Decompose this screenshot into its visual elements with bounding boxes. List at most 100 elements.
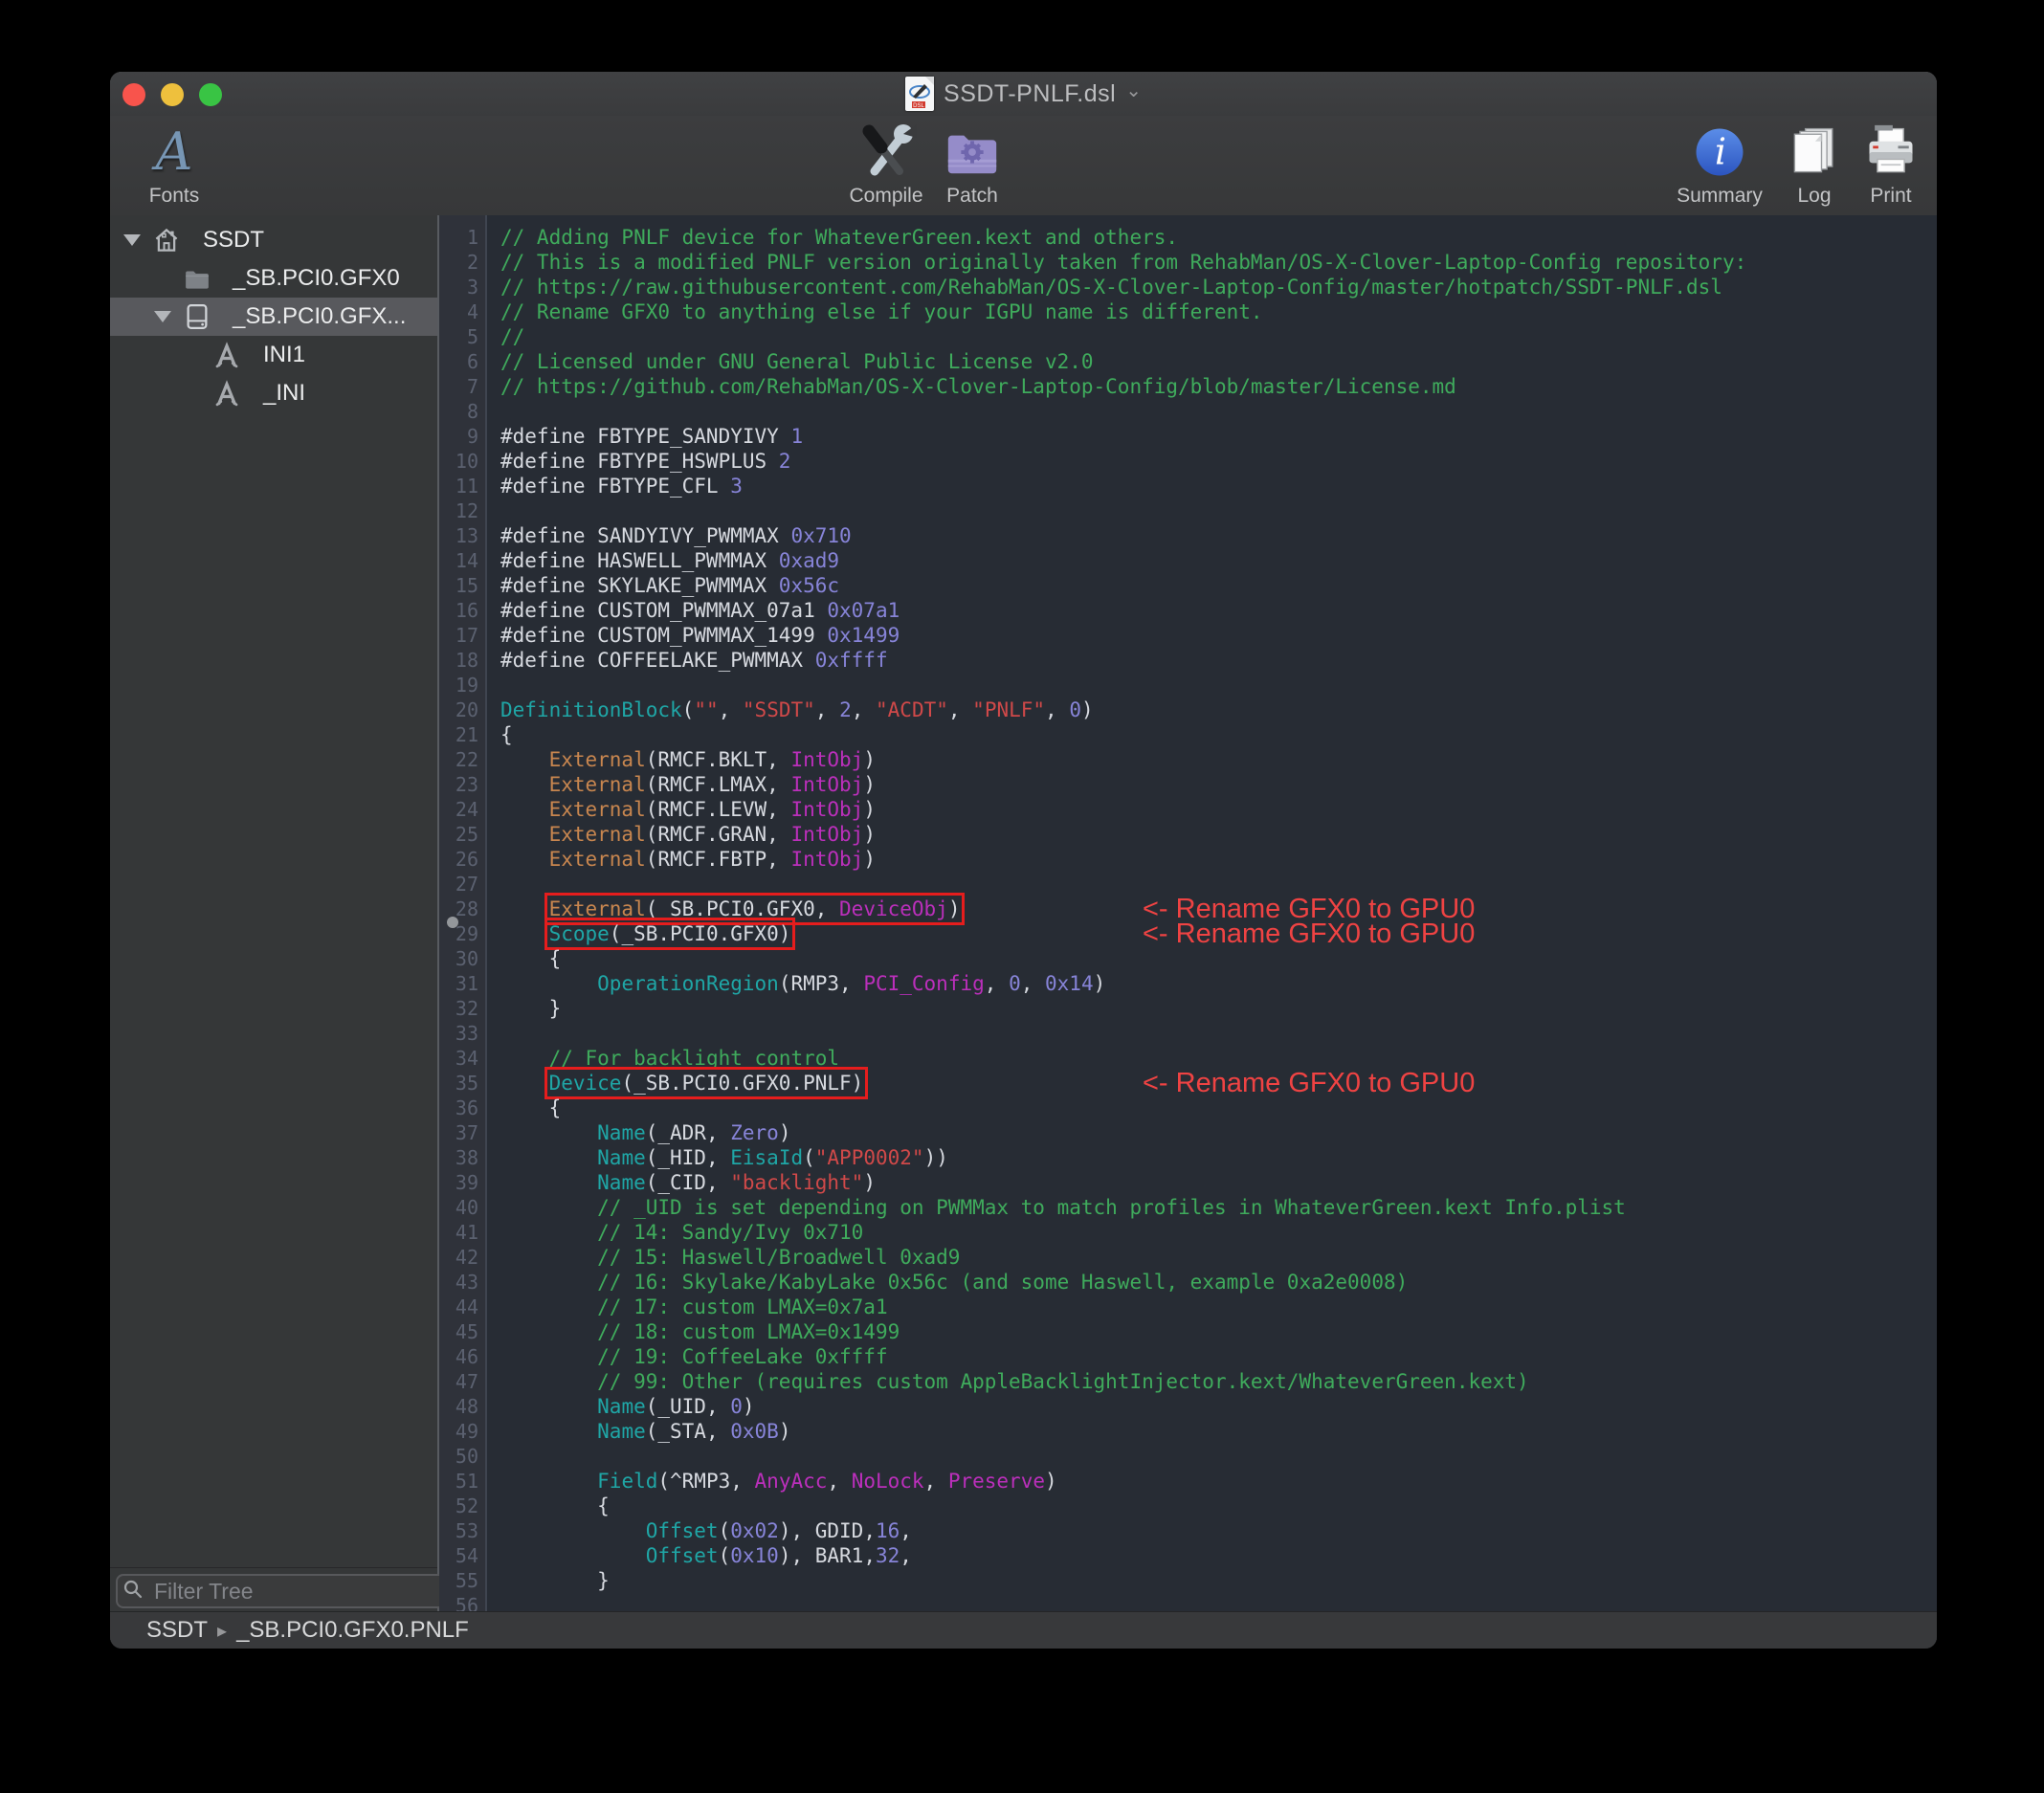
code-line[interactable]: 53 Offset(0x02), GDID,16, xyxy=(439,1518,1937,1543)
code-line[interactable]: 21{ xyxy=(439,722,1937,747)
code-line[interactable]: 48 Name(_UID, 0) xyxy=(439,1394,1937,1419)
code-line[interactable]: 55 } xyxy=(439,1568,1937,1593)
code-token: 2 xyxy=(839,698,852,721)
code-line[interactable]: 30 { xyxy=(439,946,1937,971)
code-line[interactable]: 6// Licensed under GNU General Public Li… xyxy=(439,349,1937,374)
code-line[interactable]: 23 External(RMCF.LMAX, IntObj) xyxy=(439,772,1937,797)
code-line[interactable]: 43 // 16: Skylake/KabyLake 0x56c (and so… xyxy=(439,1270,1937,1295)
code-line[interactable]: 39 Name(_CID, "backlight") xyxy=(439,1170,1937,1195)
code-line[interactable]: 50 xyxy=(439,1444,1937,1469)
code-line[interactable]: 9#define FBTYPE_SANDYIVY 1 xyxy=(439,424,1937,449)
code-line[interactable]: 52 { xyxy=(439,1494,1937,1518)
code-line[interactable]: 36 { xyxy=(439,1096,1937,1120)
code-line[interactable]: 11#define FBTYPE_CFL 3 xyxy=(439,474,1937,498)
code-text xyxy=(485,1444,500,1469)
code-line[interactable]: 13#define SANDYIVY_PWMMAX 0x710 xyxy=(439,523,1937,548)
code-line[interactable]: 17#define CUSTOM_PWMMAX_1499 0x1499 xyxy=(439,623,1937,648)
line-number: 36 xyxy=(439,1096,485,1120)
disclosure-triangle-icon[interactable] xyxy=(154,311,171,322)
code-line[interactable]: 8 xyxy=(439,399,1937,424)
code-line[interactable]: 44 // 17: custom LMAX=0x7a1 xyxy=(439,1295,1937,1319)
code-line[interactable]: 18#define COFFEELAKE_PWMMAX 0xffff xyxy=(439,648,1937,673)
code-line[interactable]: 31 OperationRegion(RMP3, PCI_Config, 0, … xyxy=(439,971,1937,996)
code-token: #define COFFEELAKE_PWMMAX xyxy=(500,649,815,672)
print-button[interactable]: Print xyxy=(1838,122,1937,213)
code-token: , xyxy=(900,1519,912,1542)
code-line[interactable]: 24 External(RMCF.LEVW, IntObj) xyxy=(439,797,1937,822)
line-number: 38 xyxy=(439,1145,485,1170)
tree-item-ini1[interactable]: INI1 xyxy=(110,336,437,374)
position-marker-dot xyxy=(447,917,458,928)
code-line[interactable]: 29 Scope(_SB.PCI0.GFX0)<- Rename GFX0 to… xyxy=(439,921,1937,946)
code-line[interactable]: 54 Offset(0x10), BAR1,32, xyxy=(439,1543,1937,1568)
code-line[interactable]: 37 Name(_ADR, Zero) xyxy=(439,1120,1937,1145)
code-line[interactable]: 35 Device(_SB.PCI0.GFX0.PNLF)<- Rename G… xyxy=(439,1071,1937,1096)
code-line[interactable]: 10#define FBTYPE_HSWPLUS 2 xyxy=(439,449,1937,474)
code-token xyxy=(500,1370,597,1393)
code-line[interactable]: 38 Name(_HID, EisaId("APP0002")) xyxy=(439,1145,1937,1170)
code-line[interactable]: 22 External(RMCF.BKLT, IntObj) xyxy=(439,747,1937,772)
filter-tree-input[interactable] xyxy=(116,1574,451,1608)
code-token: 32 xyxy=(876,1544,900,1567)
summary-button[interactable]: i Summary xyxy=(1667,122,1772,213)
code-token: ( xyxy=(682,698,695,721)
code-line[interactable]: 46 // 19: CoffeeLake 0xffff xyxy=(439,1344,1937,1369)
code-line[interactable]: 56 xyxy=(439,1593,1937,1612)
patch-button[interactable]: Patch xyxy=(920,122,1025,213)
code-line[interactable]: 42 // 15: Haswell/Broadwell 0xad9 xyxy=(439,1245,1937,1270)
tree-item--ini[interactable]: _INI xyxy=(110,374,437,412)
code-line[interactable]: 14#define HASWELL_PWMMAX 0xad9 xyxy=(439,548,1937,573)
code-line[interactable]: 16#define CUSTOM_PWMMAX_07a1 0x07a1 xyxy=(439,598,1937,623)
code-line[interactable]: 12 xyxy=(439,498,1937,523)
tree-item-gfx0[interactable]: _SB.PCI0.GFX0 xyxy=(110,259,437,298)
code-line[interactable]: 51 Field(^RMP3, AnyAcc, NoLock, Preserve… xyxy=(439,1469,1937,1494)
line-number: 51 xyxy=(439,1469,485,1494)
code-line[interactable]: 19 xyxy=(439,673,1937,697)
code-line[interactable]: 49 Name(_STA, 0x0B) xyxy=(439,1419,1937,1444)
code-text: DefinitionBlock("", "SSDT", 2, "ACDT", "… xyxy=(485,697,1094,722)
code-token xyxy=(500,1146,597,1169)
code-token: { xyxy=(500,947,561,970)
code-token: (_CID, xyxy=(646,1171,731,1194)
tree-item-gfx0-pnlf[interactable]: _SB.PCI0.GFX... xyxy=(110,298,437,336)
code-token: Name xyxy=(597,1121,646,1144)
code-token: (_SB.PCI0.GFX0, xyxy=(646,897,839,920)
code-text: // https://github.com/RehabMan/OS-X-Clov… xyxy=(485,374,1456,399)
code-line[interactable]: 3// https://raw.githubusercontent.com/Re… xyxy=(439,275,1937,299)
code-line[interactable]: 4// Rename GFX0 to anything else if your… xyxy=(439,299,1937,324)
disclosure-triangle-icon[interactable] xyxy=(123,234,141,246)
code-text xyxy=(485,1021,500,1046)
code-line[interactable]: 32 } xyxy=(439,996,1937,1021)
sidebar-tree: SSDT_SB.PCI0.GFX0 _SB.PCI0.GFX... INI1_INI xyxy=(110,215,439,1612)
title-chevron-icon[interactable]: ⌄ xyxy=(1125,78,1142,102)
code-editor[interactable]: 1// Adding PNLF device for WhateverGreen… xyxy=(439,215,1937,1612)
breadcrumb-root: SSDT xyxy=(146,1617,208,1644)
code-line[interactable]: 7// https://github.com/RehabMan/OS-X-Clo… xyxy=(439,374,1937,399)
tree-item-ssdt[interactable]: SSDT xyxy=(110,221,437,259)
code-line[interactable]: 5// xyxy=(439,324,1937,349)
line-number: 6 xyxy=(439,349,485,374)
device-icon xyxy=(183,302,211,331)
line-number: 16 xyxy=(439,598,485,623)
code-line[interactable]: 26 External(RMCF.FBTP, IntObj) xyxy=(439,847,1937,872)
tree-item-label: _SB.PCI0.GFX... xyxy=(233,303,406,330)
line-number: 14 xyxy=(439,548,485,573)
code-line[interactable]: 2// This is a modified PNLF version orig… xyxy=(439,250,1937,275)
code-line[interactable]: 33 xyxy=(439,1021,1937,1046)
titlebar[interactable]: DSL SSDT-PNLF.dsl ⌄ xyxy=(110,72,1937,116)
code-text: #define FBTYPE_HSWPLUS 2 xyxy=(485,449,790,474)
code-line[interactable]: 25 External(RMCF.GRAN, IntObj) xyxy=(439,822,1937,847)
code-line[interactable]: 20DefinitionBlock("", "SSDT", 2, "ACDT",… xyxy=(439,697,1937,722)
code-token: (_SB.PCI0.GFX0.PNLF) xyxy=(621,1072,863,1095)
code-token xyxy=(500,1246,597,1269)
code-line[interactable]: 45 // 18: custom LMAX=0x1499 xyxy=(439,1319,1937,1344)
code-line[interactable]: 47 // 99: Other (requires custom AppleBa… xyxy=(439,1369,1937,1394)
code-token: (_UID, xyxy=(646,1395,731,1418)
content-area: SSDT_SB.PCI0.GFX0 _SB.PCI0.GFX... INI1_INI… xyxy=(110,215,1937,1612)
code-line[interactable]: 1// Adding PNLF device for WhateverGreen… xyxy=(439,225,1937,250)
code-line[interactable]: 40 // _UID is set depending on PWMMax to… xyxy=(439,1195,1937,1220)
code-line[interactable]: 15#define SKYLAKE_PWMMAX 0x56c xyxy=(439,573,1937,598)
line-number: 15 xyxy=(439,573,485,598)
code-line[interactable]: 41 // 14: Sandy/Ivy 0x710 xyxy=(439,1220,1937,1245)
fonts-button[interactable]: A Fonts xyxy=(122,122,227,213)
